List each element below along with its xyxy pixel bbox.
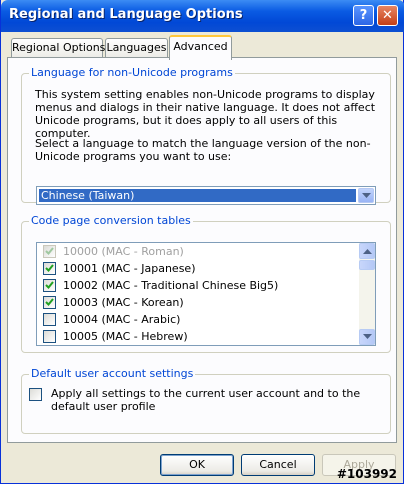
checkbox[interactable]: [43, 262, 56, 275]
language-select-value: Chinese (Taiwan): [39, 189, 356, 202]
vertical-scrollbar[interactable]: [359, 243, 375, 345]
language-select-prompt: Select a language to match the language …: [35, 137, 371, 163]
code-page-legend: Code page conversion tables: [29, 214, 193, 227]
dialog-window: Regional and Language Options ? ✕ Region…: [0, 0, 404, 484]
list-item-label: 10003 (MAC - Korean): [63, 296, 184, 309]
list-item[interactable]: 10001 (MAC - Japanese): [37, 260, 357, 277]
list-item[interactable]: 10005 (MAC - Hebrew): [37, 328, 357, 345]
list-item-label: 10000 (MAC - Roman): [63, 245, 184, 258]
chevron-down-icon: [363, 334, 372, 339]
default-user-group: Default user account settings Apply all …: [21, 367, 391, 434]
checkbox[interactable]: [43, 296, 56, 309]
check-icon: [45, 247, 54, 255]
cancel-button[interactable]: Cancel: [241, 454, 315, 476]
tab-panel-advanced: Language for non-Unicode programs This s…: [7, 57, 397, 443]
non-unicode-description: This system setting enables non-Unicode …: [35, 88, 376, 140]
close-button[interactable]: ✕: [377, 5, 398, 26]
checkbox: [43, 245, 56, 258]
checkbox[interactable]: [43, 279, 56, 292]
chevron-down-icon: [362, 193, 371, 198]
list-item[interactable]: 10002 (MAC - Traditional Chinese Big5): [37, 277, 357, 294]
code-page-group: Code page conversion tables 10000 (MAC -…: [21, 214, 391, 353]
check-icon: [45, 298, 54, 306]
default-user-legend: Default user account settings: [29, 367, 196, 380]
non-unicode-group: Language for non-Unicode programs This s…: [21, 66, 391, 205]
list-item-label: 10002 (MAC - Traditional Chinese Big5): [63, 279, 279, 292]
check-icon: [45, 281, 54, 289]
list-item[interactable]: 10003 (MAC - Korean): [37, 294, 357, 311]
scroll-thumb[interactable]: [359, 260, 375, 270]
list-item-label: 10004 (MAC - Arabic): [63, 313, 181, 326]
non-unicode-legend: Language for non-Unicode programs: [29, 66, 235, 79]
tab-regional-options[interactable]: Regional Options: [11, 38, 105, 58]
code-page-list[interactable]: 10000 (MAC - Roman) 10001 (MAC - Japanes…: [36, 242, 376, 346]
list-item[interactable]: 10004 (MAC - Arabic): [37, 311, 357, 328]
watermark: #103992: [336, 467, 397, 481]
check-icon: [45, 264, 54, 272]
tab-advanced[interactable]: Advanced: [169, 35, 232, 60]
checkbox[interactable]: [43, 330, 56, 343]
title-bar[interactable]: Regional and Language Options ? ✕: [1, 0, 404, 32]
window-title: Regional and Language Options: [9, 7, 243, 22]
checkbox[interactable]: [43, 313, 56, 326]
ok-button[interactable]: OK: [160, 454, 234, 476]
apply-all-label[interactable]: Apply all settings to the current user a…: [51, 387, 381, 413]
help-button[interactable]: ?: [353, 5, 374, 26]
tab-languages[interactable]: Languages: [105, 38, 168, 58]
dropdown-arrow-button[interactable]: [358, 188, 374, 203]
list-item-label: 10005 (MAC - Hebrew): [63, 330, 188, 343]
language-select[interactable]: Chinese (Taiwan): [36, 186, 376, 205]
chevron-up-icon: [363, 249, 372, 254]
scroll-up-button[interactable]: [359, 243, 375, 259]
apply-all-checkbox[interactable]: [29, 388, 42, 401]
list-item: 10000 (MAC - Roman): [37, 243, 357, 260]
list-item-label: 10001 (MAC - Japanese): [63, 262, 196, 275]
scroll-down-button[interactable]: [359, 329, 375, 345]
